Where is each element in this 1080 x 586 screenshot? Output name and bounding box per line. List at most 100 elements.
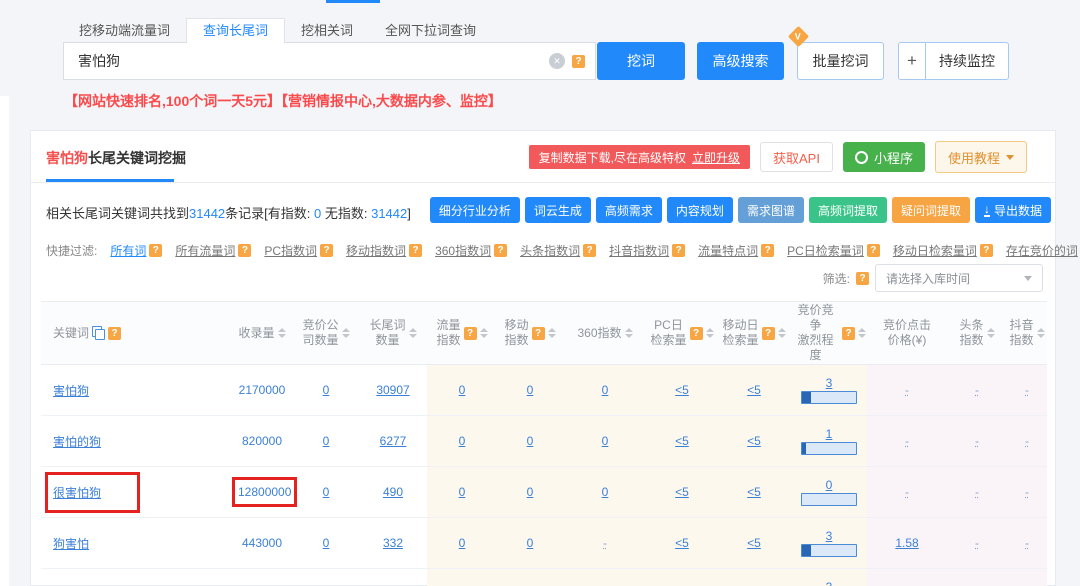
value-mobile_index[interactable]: 0 (527, 536, 534, 550)
value-douyin_index[interactable]: - (1025, 434, 1029, 448)
sort-icon[interactable] (342, 328, 350, 338)
help-icon[interactable]: ? (856, 272, 869, 285)
get-api-button[interactable]: 获取API (760, 142, 833, 172)
value-bid_companies[interactable]: 0 (323, 485, 330, 499)
col-header-competition[interactable]: 竞价竞争激烈程度? (791, 302, 867, 365)
value-douyin_index[interactable]: - (1025, 536, 1029, 550)
keyword-search-input[interactable]: 害怕狗 ✕ ? (63, 42, 596, 80)
tutorial-button[interactable]: 使用教程 (935, 141, 1027, 173)
competition-value[interactable]: 1 (826, 428, 833, 441)
competition-value[interactable]: 3 (826, 377, 833, 390)
value-longtail_count[interactable]: 332 (383, 536, 403, 550)
col-header-pc_daily[interactable]: PC日检索量? (647, 302, 717, 365)
value-index_360[interactable]: 0 (602, 485, 609, 499)
value-douyin_index[interactable]: - (1025, 485, 1029, 499)
sort-icon[interactable] (625, 328, 633, 338)
sort-icon[interactable] (480, 328, 488, 338)
sort-icon[interactable] (987, 328, 995, 338)
value-toutiao_index[interactable]: - (975, 434, 979, 448)
action-button-导出数据[interactable]: ↓导出数据 (975, 197, 1051, 223)
value-mobile_daily[interactable]: <5 (747, 536, 761, 550)
value-index_count[interactable]: 820000 (242, 434, 282, 448)
col-header-mobile_daily[interactable]: 移动日检索量? (717, 302, 791, 365)
help-icon[interactable]: ? (842, 327, 855, 340)
value-longtail_count[interactable]: 490 (383, 485, 403, 499)
value-bid_companies[interactable]: 0 (323, 536, 330, 550)
value-traffic_index[interactable]: 0 (459, 383, 466, 397)
value-longtail_count[interactable]: 6277 (380, 434, 407, 448)
help-icon[interactable]: ? (572, 55, 585, 68)
value-traffic_index[interactable]: 0 (459, 485, 466, 499)
value-mobile_daily[interactable]: <5 (747, 434, 761, 448)
action-button-需求图谱[interactable]: 需求图谱 (738, 197, 804, 223)
keyword-link[interactable]: 害怕的狗 (53, 435, 101, 449)
sort-icon[interactable] (548, 328, 556, 338)
filter-item-所有词[interactable]: 所有词? (110, 242, 162, 259)
batch-dig-button[interactable]: 批量挖词 (797, 42, 884, 80)
filter-item-存在竞价的词[interactable]: 存在竞价的词? (1006, 242, 1080, 259)
col-header-index_360[interactable]: 360指数 (563, 302, 647, 365)
sort-icon[interactable] (706, 328, 714, 338)
action-button-高频词提取[interactable]: 高频词提取 (809, 197, 887, 223)
value-click_price[interactable]: - (905, 383, 909, 397)
value-index_360[interactable]: - (603, 536, 607, 550)
help-icon[interactable]: ? (464, 327, 477, 340)
col-header-traffic_index[interactable]: 流量指数? (427, 302, 497, 365)
value-toutiao_index[interactable]: - (975, 536, 979, 550)
storage-time-select[interactable]: 请选择入库时间 (875, 264, 1043, 292)
miniapp-button[interactable]: 小程序 (843, 142, 925, 172)
sort-icon[interactable] (278, 328, 286, 338)
keyword-link[interactable]: 狗害怕 (53, 537, 89, 551)
value-longtail_count[interactable]: 30907 (376, 383, 409, 397)
keyword-link[interactable]: 害怕狗 (53, 384, 89, 398)
value-click_price[interactable]: 1.58 (895, 536, 918, 550)
filter-item-移动指数词[interactable]: 移动指数词? (346, 242, 422, 259)
value-index_count[interactable]: 12800000 (238, 485, 291, 499)
dig-words-button[interactable]: 挖词 (597, 42, 685, 80)
clear-input-icon[interactable]: ✕ (549, 53, 565, 69)
competition-value[interactable]: 3 (826, 530, 833, 543)
filter-item-移动日检索量词[interactable]: 移动日检索量词? (893, 242, 993, 259)
value-pc_daily[interactable]: <5 (675, 383, 689, 397)
value-click_price[interactable]: - (905, 485, 909, 499)
add-monitor-icon[interactable]: + (899, 43, 926, 79)
col-header-index_count[interactable]: 收录量 (231, 302, 293, 365)
value-toutiao_index[interactable]: - (975, 383, 979, 397)
sort-icon[interactable] (409, 328, 417, 338)
help-icon[interactable]: ? (690, 327, 703, 340)
col-header-mobile_index[interactable]: 移动指数? (497, 302, 563, 365)
value-pc_daily[interactable]: <5 (675, 485, 689, 499)
value-traffic_index[interactable]: 0 (459, 434, 466, 448)
col-header-longtail_count[interactable]: 长尾词数量 (359, 302, 427, 365)
filter-item-抖音指数词[interactable]: 抖音指数词? (609, 242, 685, 259)
value-click_price[interactable]: - (905, 434, 909, 448)
filter-item-流量特点词[interactable]: 流量特点词? (698, 242, 774, 259)
value-bid_companies[interactable]: 0 (323, 383, 330, 397)
col-header-toutiao_index[interactable]: 头条指数 (947, 302, 1007, 365)
action-button-词云生成[interactable]: 词云生成 (525, 197, 591, 223)
sort-icon[interactable] (778, 328, 786, 338)
promo-banner[interactable]: 【网站快速排名,100个词一天5元】【营销情报中心,大数据内参、监控】 (64, 91, 502, 111)
value-pc_daily[interactable]: <5 (675, 536, 689, 550)
filter-item-360指数词[interactable]: 360指数词? (435, 242, 507, 259)
value-mobile_index[interactable]: 0 (527, 434, 534, 448)
action-button-疑问词提取[interactable]: 疑问词提取 (892, 197, 970, 223)
value-mobile_index[interactable]: 0 (527, 383, 534, 397)
competition-value[interactable]: 3 (826, 581, 833, 586)
sort-icon[interactable] (858, 328, 866, 338)
keyword-link[interactable]: 很害怕狗 (53, 484, 101, 501)
action-button-内容规划[interactable]: 内容规划 (667, 197, 733, 223)
tab-dropdown-words-query[interactable]: 全网下拉词查询 (369, 18, 492, 43)
tab-dig-related-words[interactable]: 挖相关词 (285, 18, 369, 43)
filter-item-所有流量词[interactable]: 所有流量词? (175, 242, 251, 259)
value-index_count[interactable]: 443000 (242, 536, 282, 550)
value-index_count[interactable]: 2170000 (239, 383, 286, 397)
filter-item-头条指数词[interactable]: 头条指数词? (520, 242, 596, 259)
col-header-douyin_index[interactable]: 抖音指数 (1007, 302, 1047, 365)
upgrade-link[interactable]: 立即升级 (692, 149, 740, 166)
continuous-monitor-button[interactable]: 持续监控 (926, 43, 1008, 79)
help-icon[interactable]: ? (532, 327, 545, 340)
value-douyin_index[interactable]: - (1025, 383, 1029, 397)
col-header-bid_companies[interactable]: 竞价公司数量 (293, 302, 359, 365)
value-pc_daily[interactable]: <5 (675, 434, 689, 448)
